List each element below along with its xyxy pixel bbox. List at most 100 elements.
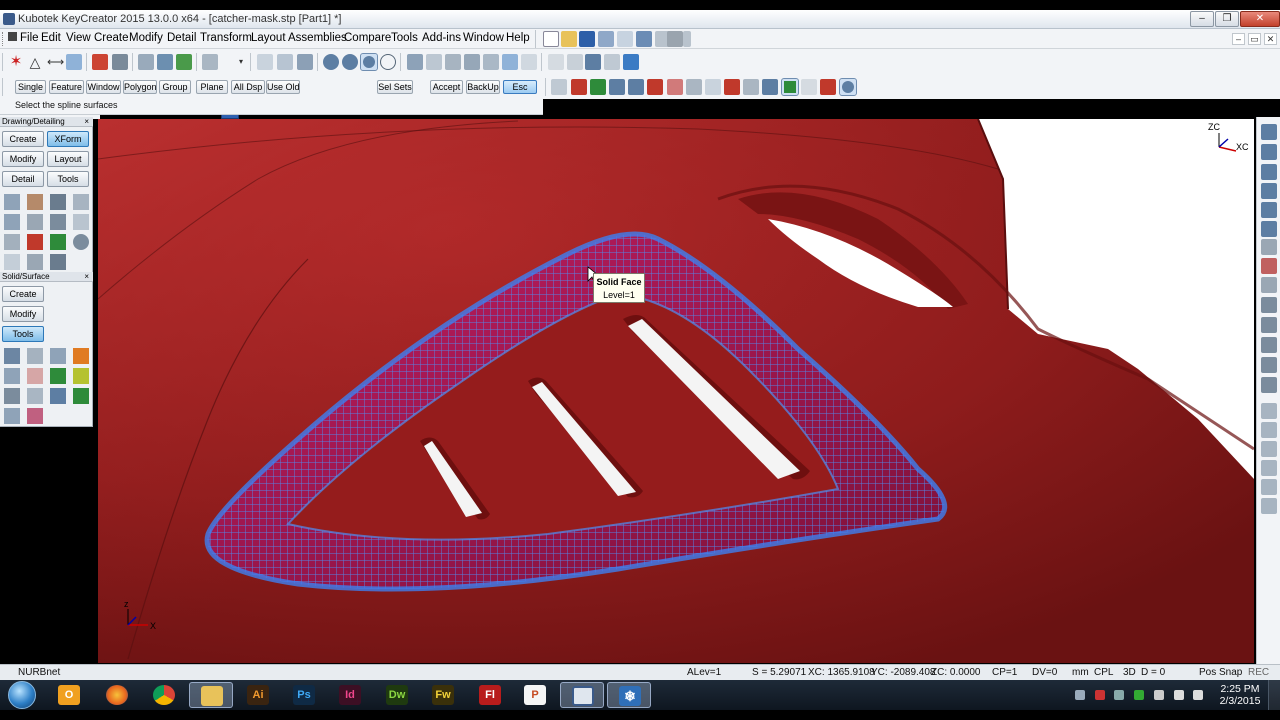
transform-icon[interactable] <box>464 54 480 70</box>
shade-icon[interactable] <box>323 54 339 70</box>
xform-array-icon[interactable] <box>50 214 66 230</box>
xform-move-icon[interactable] <box>4 194 20 210</box>
solid-loft-icon[interactable] <box>73 368 89 384</box>
taskbar-explorer[interactable] <box>189 682 233 708</box>
taskbar-fireworks[interactable]: Fw <box>421 682 465 708</box>
dd-modify-button[interactable]: Modify <box>2 151 44 167</box>
view-side-icon[interactable] <box>590 79 606 95</box>
xform-offset-icon[interactable] <box>4 234 20 250</box>
menu-view[interactable]: View <box>66 32 91 44</box>
level-icon[interactable] <box>202 54 218 70</box>
tray-monitor-icon[interactable] <box>1154 690 1164 700</box>
xform-copy-icon[interactable] <box>27 194 43 210</box>
app-icon[interactable] <box>3 13 15 25</box>
view-cube-bottom-icon[interactable] <box>1261 221 1277 237</box>
taskbar-illustrator[interactable]: Ai <box>236 682 280 708</box>
taskbar-chrome[interactable] <box>142 682 186 708</box>
pan-icon[interactable] <box>66 54 82 70</box>
measure-icon[interactable] <box>483 54 499 70</box>
close-icon[interactable]: × <box>84 272 89 282</box>
menu-create[interactable]: Create <box>94 32 129 44</box>
axis-tri-icon[interactable] <box>1261 277 1277 293</box>
mdi-restore-button[interactable]: ▭ <box>1248 33 1261 45</box>
dd-layout-button[interactable]: Layout <box>47 151 89 167</box>
chevron-down-icon[interactable]: ▾ <box>239 57 247 67</box>
color-wheel-icon[interactable] <box>92 54 108 70</box>
solid-sweep-icon[interactable] <box>50 368 66 384</box>
new-file-icon[interactable] <box>543 31 559 47</box>
axis-rot-icon[interactable] <box>1261 377 1277 393</box>
taskbar-photoshop[interactable]: Ps <box>282 682 326 708</box>
xform-grid-icon[interactable] <box>4 254 20 270</box>
view-top-icon[interactable] <box>551 79 567 95</box>
view-left-icon[interactable] <box>667 79 683 95</box>
view-section-icon[interactable] <box>724 79 740 95</box>
triangle-icon[interactable]: △ <box>27 54 43 70</box>
xform-scale-icon[interactable] <box>73 194 89 210</box>
solid-heal-icon[interactable] <box>27 408 43 424</box>
xform-project-icon[interactable] <box>27 234 43 250</box>
menu-grip[interactable] <box>2 32 5 46</box>
all-dsp-button[interactable]: All Dsp <box>231 80 265 94</box>
menu-compare[interactable]: Compare <box>344 32 391 44</box>
point-icon[interactable]: ✶ <box>8 54 24 70</box>
polygon-button[interactable]: Polygon <box>123 80 157 94</box>
axis-x-icon[interactable] <box>1261 317 1277 333</box>
view-cube-back-icon[interactable] <box>1261 183 1277 199</box>
menu-detail[interactable]: Detail <box>167 32 196 44</box>
tool-icon[interactable] <box>604 54 620 70</box>
menu-window[interactable]: Window <box>463 32 504 44</box>
minimize-button[interactable]: – <box>1190 11 1214 27</box>
maximize-button[interactable]: ❐ <box>1215 11 1239 27</box>
select-icon[interactable] <box>257 54 273 70</box>
trim-icon[interactable] <box>277 54 293 70</box>
feature-button[interactable]: Feature <box>49 80 84 94</box>
close-icon[interactable]: × <box>84 117 89 127</box>
curve-icon[interactable] <box>297 54 313 70</box>
tray-signal-icon[interactable] <box>1174 690 1184 700</box>
dd-tools-button[interactable]: Tools <box>47 171 89 187</box>
xform-stretch-icon[interactable] <box>73 214 89 230</box>
solid-fillet-icon[interactable] <box>4 388 20 404</box>
solid-box-icon[interactable] <box>4 348 20 364</box>
hidden-line-icon[interactable] <box>380 54 396 70</box>
magic-icon[interactable] <box>623 54 639 70</box>
close-button[interactable]: ✕ <box>1240 11 1280 27</box>
group-icon[interactable] <box>176 54 192 70</box>
graphics-viewport[interactable]: Solid Face Level=1 ZC XC z X <box>98 119 1254 663</box>
taskbar-dreamweaver[interactable]: Dw <box>375 682 419 708</box>
mdi-close-button[interactable]: ✕ <box>1264 33 1277 45</box>
dd-detail-button[interactable]: Detail <box>2 171 44 187</box>
snap-icon[interactable] <box>585 54 601 70</box>
axis-y-icon[interactable] <box>1261 297 1277 313</box>
start-button[interactable] <box>8 681 36 709</box>
edit-icon[interactable] <box>521 54 537 70</box>
wrench-icon[interactable] <box>567 54 583 70</box>
ss-tools-button[interactable]: Tools <box>2 326 44 342</box>
clipboard-icon[interactable] <box>617 31 633 47</box>
tray-security-icon[interactable] <box>1095 690 1105 700</box>
taskbar-powerpoint[interactable]: P <box>513 682 557 708</box>
view-gear-icon[interactable] <box>839 78 857 96</box>
solid-blend-icon[interactable] <box>73 348 89 364</box>
single-button[interactable]: Single <box>15 80 46 94</box>
copy-icon[interactable] <box>548 54 564 70</box>
render-icon[interactable] <box>342 54 358 70</box>
menu-file[interactable]: File <box>8 32 39 44</box>
ss-modify-button[interactable]: Modify <box>2 306 44 322</box>
xform-rotate-icon[interactable] <box>50 194 66 210</box>
axis-z-icon[interactable] <box>1261 337 1277 353</box>
tray-update-icon[interactable] <box>1134 690 1144 700</box>
view-bottom-icon[interactable] <box>647 79 663 95</box>
taskbar-firefox[interactable] <box>95 682 139 708</box>
xform-wrap-icon[interactable] <box>50 234 66 250</box>
taskbar-flash[interactable]: Fl <box>468 682 512 708</box>
dd-create-button[interactable]: Create <box>2 131 44 147</box>
show-desktop-button[interactable] <box>1268 680 1280 710</box>
grey-bar-icon[interactable] <box>683 31 691 47</box>
taskbar-outlook[interactable]: O <box>47 682 91 708</box>
taskbar-keycreator[interactable] <box>560 682 604 708</box>
view-cube-front-icon[interactable] <box>1261 144 1277 160</box>
tray-volume-icon[interactable] <box>1193 690 1203 700</box>
zoom-window-icon[interactable] <box>1261 403 1277 419</box>
